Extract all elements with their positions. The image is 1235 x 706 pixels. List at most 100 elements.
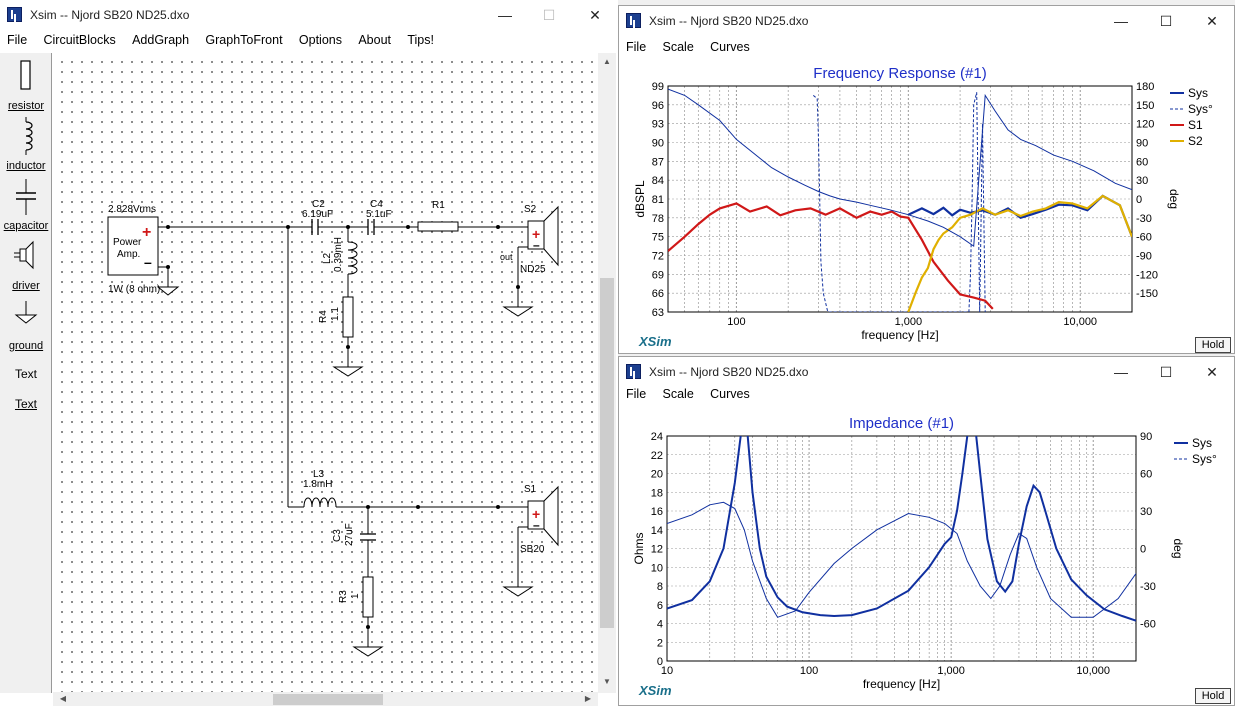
vertical-scrollbar[interactable]: ▲ ▼ — [598, 53, 616, 693]
freq-menu-bar: File Scale Curves — [619, 37, 1234, 59]
l2-value: 0.39mH — [333, 237, 344, 272]
menu-graphtofront[interactable]: GraphToFront — [198, 30, 288, 47]
impedance-window: Xsim -- Njord SB20 ND25.dxo — ☐ ✕ File S… — [618, 356, 1235, 706]
y-tick-label: 16 — [651, 506, 663, 518]
menu-file[interactable]: File — [619, 37, 652, 54]
menu-scale[interactable]: Scale — [656, 37, 700, 54]
minimize-button[interactable]: — — [488, 3, 522, 27]
tool-driver-label: driver — [12, 280, 40, 292]
xsim-logo: XSim — [638, 683, 672, 698]
main-title-bar[interactable]: Xsim -- Njord SB20 ND25.dxo — ☐ ✕ — [0, 0, 618, 30]
text-underline-icon: Text — [14, 397, 37, 411]
y2-tick-label: 0 — [1136, 194, 1142, 206]
maximize-button[interactable]: ☐ — [1149, 9, 1183, 33]
close-button[interactable]: ✕ — [578, 3, 612, 27]
tool-capacitor[interactable]: capacitor — [0, 177, 52, 235]
maximize-button[interactable]: ☐ — [1149, 360, 1183, 384]
scroll-left-arrow[interactable]: ◀ — [55, 694, 71, 703]
y-tick-label: 8 — [657, 581, 663, 593]
y2-tick-label: 60 — [1140, 469, 1152, 481]
y-tick-label: 78 — [652, 213, 664, 225]
menu-curves[interactable]: Curves — [703, 384, 756, 401]
y2-tick-label: -90 — [1136, 251, 1152, 263]
l3-value: 1.8mH — [303, 479, 332, 490]
menu-scale[interactable]: Scale — [656, 384, 700, 401]
svg-text:–: – — [144, 254, 152, 270]
horizontal-scroll-thumb[interactable] — [273, 694, 383, 705]
vertical-scroll-thumb[interactable] — [600, 278, 614, 628]
y2-tick-label: 150 — [1136, 100, 1154, 112]
y-tick-label: 10 — [651, 562, 663, 574]
minimize-button[interactable]: — — [1104, 9, 1138, 33]
tool-resistor[interactable]: resistor — [0, 57, 52, 115]
tool-inductor[interactable]: inductor — [0, 117, 52, 175]
y2-tick-label: -60 — [1140, 619, 1156, 631]
maximize-button[interactable]: ☐ — [532, 3, 566, 27]
menu-file[interactable]: File — [0, 30, 33, 47]
c2-value: 6.19uF — [302, 209, 333, 220]
series-line-phase — [668, 88, 1132, 248]
menu-file[interactable]: File — [619, 384, 652, 401]
y2-tick-label: 90 — [1136, 138, 1148, 150]
impedance-chart[interactable]: 024681012141618202224-60-30030609010 100 1… — [619, 406, 1234, 706]
legend-label: S1 — [1188, 118, 1203, 132]
source-power-label: 1W (8 ohm) — [108, 284, 160, 295]
y-tick-label: 18 — [651, 487, 663, 499]
freq-title-bar[interactable]: Xsim -- Njord SB20 ND25.dxo — ☐ ✕ — [619, 6, 1234, 36]
menu-options[interactable]: Options — [292, 30, 348, 47]
source-voltage-label: 2.828Vrms — [108, 204, 156, 215]
source-name-line1: Power — [113, 237, 142, 248]
x-tick-label: 1,000 — [895, 316, 923, 328]
y-tick-label: 72 — [652, 251, 664, 263]
horizontal-scrollbar[interactable]: ◀ ▶ — [53, 692, 598, 706]
scroll-up-arrow[interactable]: ▲ — [599, 57, 615, 66]
tool-ground[interactable]: ground — [0, 297, 52, 355]
tool-text[interactable]: Text — [0, 367, 52, 393]
imp-title-bar[interactable]: Xsim -- Njord SB20 ND25.dxo — ☐ ✕ — [619, 357, 1234, 387]
app-icon — [626, 13, 641, 28]
tool-text-underline[interactable]: Text — [0, 397, 52, 421]
tool-driver[interactable]: driver — [0, 237, 52, 295]
schematic-drawing: + – + – + – 2.828Vrms Power Amp. 1W (8 o… — [107, 199, 559, 657]
menu-tips[interactable]: Tips! — [400, 30, 440, 47]
frequency-response-chart[interactable]: 63 66 69 72 75 78 81 84 87 90 93 96 99 -150 -120 -90 -60… — [619, 59, 1234, 354]
menu-about[interactable]: About — [351, 30, 397, 47]
y2-tick-label: 30 — [1136, 175, 1148, 187]
y-tick-label: 4 — [657, 619, 663, 631]
chart-title: Frequency Response (#1) — [813, 65, 986, 82]
x-tick-label: 100 — [727, 316, 745, 328]
xsim-logo: XSim — [638, 334, 672, 349]
svg-text:–: – — [533, 518, 540, 532]
y-tick-label: 24 — [651, 431, 663, 443]
y-tick-label: 90 — [652, 138, 664, 150]
s2-driver-label: ND25 — [520, 264, 546, 275]
y-tick-label: 63 — [652, 307, 664, 319]
close-button[interactable]: ✕ — [1195, 9, 1229, 33]
x-tick-label: 10,000 — [1076, 665, 1110, 677]
hold-button[interactable]: Hold — [1195, 688, 1231, 704]
y2-tick-label: 120 — [1136, 119, 1154, 131]
y-tick-label: 2 — [657, 637, 663, 649]
y-axis-label: Ohms — [632, 532, 646, 564]
freq-window-title: Xsim -- Njord SB20 ND25.dxo — [649, 14, 809, 28]
scroll-right-arrow[interactable]: ▶ — [580, 694, 596, 703]
menu-circuitblocks[interactable]: CircuitBlocks — [37, 30, 122, 47]
legend-label: Sys — [1192, 436, 1212, 450]
menu-curves[interactable]: Curves — [703, 37, 756, 54]
resistor-icon — [20, 60, 31, 90]
scroll-down-arrow[interactable]: ▼ — [599, 677, 615, 686]
hold-button[interactable]: Hold — [1195, 337, 1231, 353]
main-window-title: Xsim -- Njord SB20 ND25.dxo — [30, 8, 190, 22]
y2-tick-label: -30 — [1136, 213, 1152, 225]
main-menu-bar: File CircuitBlocks AddGraph GraphToFront… — [0, 30, 618, 52]
menu-addgraph[interactable]: AddGraph — [125, 30, 195, 47]
schematic-canvas[interactable]: + – + – + – 2.828Vrms Power Amp. 1W (8 o… — [53, 53, 598, 693]
close-button[interactable]: ✕ — [1195, 360, 1229, 384]
imp-menu-bar: File Scale Curves — [619, 384, 1234, 406]
y2-tick-label: 0 — [1140, 544, 1146, 556]
r4-value: 1.1 — [330, 307, 341, 321]
s1-name: S1 — [524, 484, 537, 495]
r1-name: R1 — [432, 200, 445, 211]
y-tick-label: 99 — [652, 81, 664, 93]
minimize-button[interactable]: — — [1104, 360, 1138, 384]
